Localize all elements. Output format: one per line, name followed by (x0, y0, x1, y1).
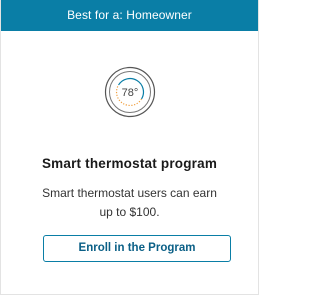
thermostat-icon: 78° (104, 66, 156, 118)
thermostat-temperature: 78° (122, 87, 139, 99)
best-for-banner-text: Best for a: Homeowner (67, 8, 192, 22)
program-title: Smart thermostat program (41, 156, 218, 171)
program-card: Best for a: Homeowner 78° Smart thermost… (0, 0, 259, 295)
enroll-button[interactable]: Enroll in the Program (43, 235, 231, 262)
program-description: Smart thermostat users can earn up to $1… (42, 186, 217, 219)
best-for-banner: Best for a: Homeowner (1, 0, 258, 31)
thermostat-icon-graphic: 78° (104, 66, 156, 118)
